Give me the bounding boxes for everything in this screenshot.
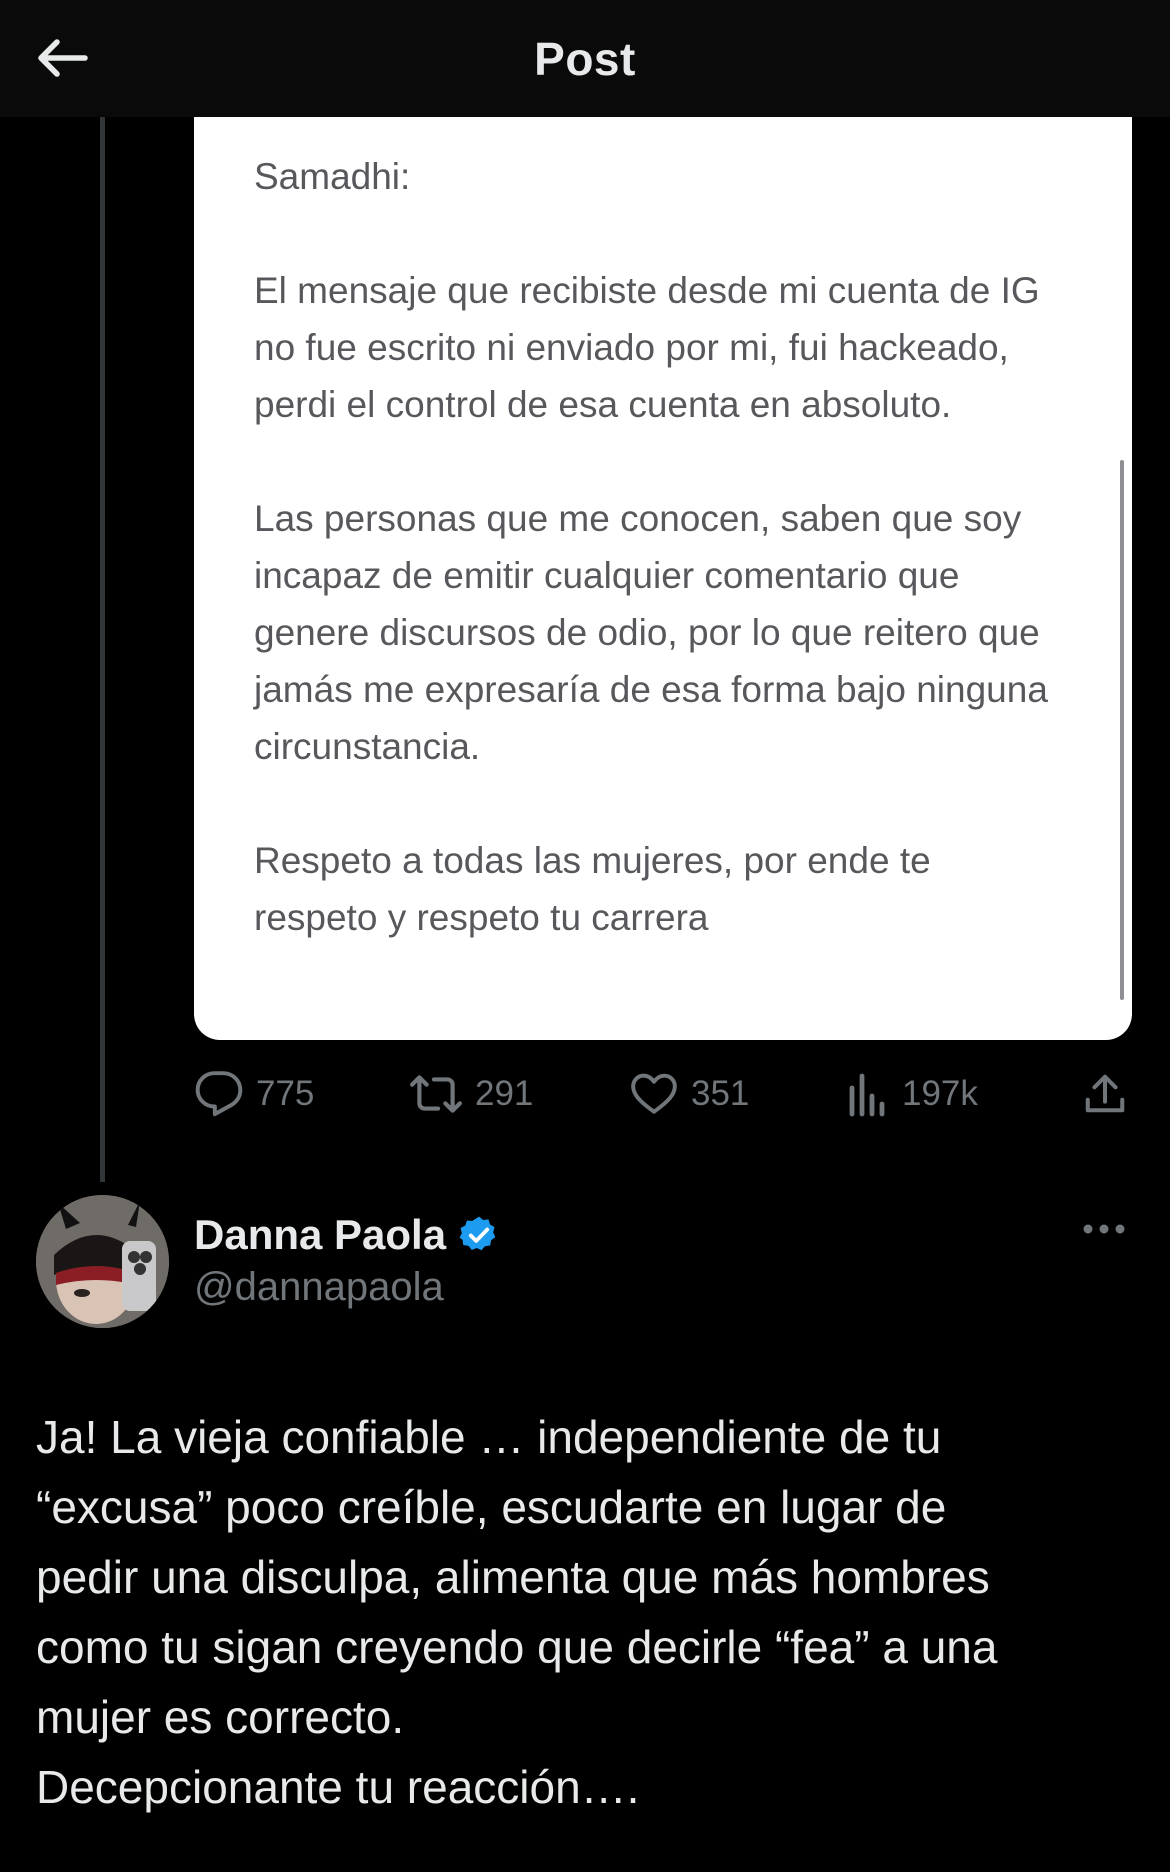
repost-count: 291 [475, 1074, 534, 1113]
image-text-line: respeto y respeto tu carrera [254, 897, 709, 938]
more-options-button[interactable] [1080, 1219, 1128, 1244]
back-button[interactable] [30, 26, 94, 90]
views-button[interactable]: 197k [846, 1064, 978, 1124]
post-image[interactable]: Samadhi: El mensaje que recibiste desde … [194, 110, 1132, 1040]
avatar-image [36, 1195, 169, 1328]
image-text-line: perdi el control de esa cuenta en absolu… [254, 384, 952, 425]
reply-count: 775 [256, 1074, 315, 1113]
like-icon [631, 1073, 677, 1114]
image-scrollbar [1120, 460, 1124, 1000]
author-name-row: Danna Paola [194, 1211, 500, 1259]
image-text-line: incapaz de emitir cualquier comentario q… [254, 555, 960, 596]
image-text-line: jamás me expresaría de esa forma bajo ni… [254, 669, 1048, 710]
post-text-line: Decepcionante tu reacción…. [36, 1761, 640, 1813]
share-button[interactable] [1082, 1064, 1128, 1124]
post-text-line: “excusa” poco creíble, escudarte en luga… [36, 1481, 947, 1533]
reply-author: Danna Paola @dannapaola [36, 1195, 1136, 1335]
image-paragraph: Samadhi: [254, 148, 1072, 205]
arrow-left-icon [38, 39, 88, 77]
post-text: Ja! La vieja confiable … independiente d… [36, 1402, 1136, 1822]
post-action-bar: 775 291 351 197k [194, 1064, 1134, 1124]
avatar[interactable] [36, 1195, 169, 1328]
reply-icon [195, 1071, 243, 1117]
post-text-line: Ja! La vieja confiable … independiente d… [36, 1411, 942, 1463]
share-icon [1085, 1074, 1125, 1113]
image-paragraph: Respeto a todas las mujeres, por ende te… [254, 832, 1072, 946]
post-text-line: como tu sigan creyendo que decirle “fea”… [36, 1621, 998, 1673]
repost-icon [410, 1075, 462, 1113]
like-button[interactable]: 351 [629, 1064, 749, 1124]
image-text-line: Samadhi: [254, 156, 411, 197]
verified-badge-icon [459, 1216, 496, 1251]
thread-connector-line [100, 117, 105, 1182]
image-text-line: circunstancia. [254, 726, 481, 767]
more-horizontal-icon [1083, 1224, 1125, 1234]
image-paragraph: El mensaje que recibiste desde mi cuenta… [254, 262, 1072, 433]
post-text-line: pedir una disculpa, alimenta que más hom… [36, 1551, 990, 1603]
image-paragraph: Las personas que me conocen, saben que s… [254, 490, 1072, 775]
views-icon [849, 1073, 885, 1117]
image-text-line: Las personas que me conocen, saben que s… [254, 498, 1022, 539]
reply-button[interactable]: 775 [194, 1064, 314, 1124]
image-text-line: El mensaje que recibiste desde mi cuenta… [254, 270, 1040, 311]
repost-button[interactable]: 291 [409, 1064, 533, 1124]
image-text-line: Respeto a todas las mujeres, por ende te [254, 840, 931, 881]
author-name[interactable]: Danna Paola [194, 1211, 446, 1259]
views-count: 197k [902, 1074, 978, 1113]
author-handle[interactable]: @dannapaola [194, 1265, 444, 1310]
image-text-line: no fue escrito ni enviado por mi, fui ha… [254, 327, 1009, 368]
top-bar: Post [0, 0, 1170, 117]
like-count: 351 [691, 1074, 750, 1113]
post-text-line: mujer es correcto. [36, 1691, 405, 1743]
image-text-line: genere discursos de odio, por lo que rei… [254, 612, 1040, 653]
page-title: Post [534, 32, 636, 85]
